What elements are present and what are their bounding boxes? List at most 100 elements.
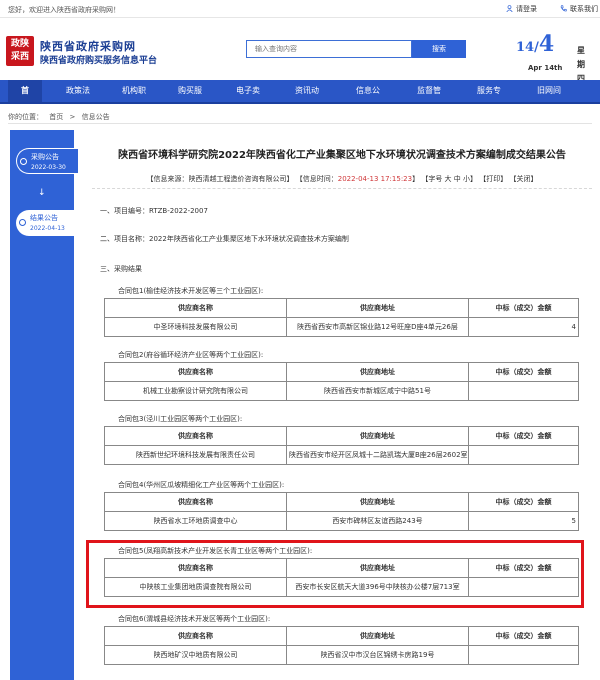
phone-icon xyxy=(560,5,567,12)
table-header-cell: 供应商名称 xyxy=(104,492,287,512)
table-header-cell: 供应商地址 xyxy=(286,426,469,446)
breadcrumb-prefix: 你的位置： xyxy=(8,113,43,121)
top-bar: 您好，欢迎进入陕西省政府采购网！ 请登录 联系我们 xyxy=(0,0,600,18)
project-name: 二、项目名称：2022年陕西省化工产业集聚区地下水环境状况调查技术方案编制 xyxy=(100,235,349,243)
date-month: 4 xyxy=(538,31,555,57)
table-cell-supplier: 中圣环境科技发展有限公司 xyxy=(104,317,287,337)
nav-item[interactable]: 信息公 xyxy=(346,80,390,102)
table-cell-address: 陕西省西安市新城区咸宁中路51号 xyxy=(286,381,469,401)
meta-source: 【信息来源：陕西清越工程造价咨询有限公司】 xyxy=(146,175,294,183)
table-header-row: 供应商名称 供应商地址 中标（成交）金额 xyxy=(104,426,579,446)
table-cell-supplier: 陕西省水工环地质调查中心 xyxy=(104,511,287,531)
table-header-cell: 供应商名称 xyxy=(104,362,287,382)
bullet-icon xyxy=(20,158,27,165)
bullet-icon xyxy=(19,219,26,226)
meta-time-label: 【信息时间： xyxy=(295,175,338,183)
table-header-cell: 供应商名称 xyxy=(104,626,287,646)
user-icon xyxy=(506,5,513,12)
contact-link[interactable]: 联系我们 xyxy=(560,4,598,14)
sidebar-item-label: 采购公告 xyxy=(31,153,59,161)
breadcrumb: 你的位置： 首页 > 信息公告 xyxy=(8,112,114,122)
table-cell-supplier: 陕西地矿汉中地质有限公司 xyxy=(104,645,287,665)
table-header-row: 供应商名称 供应商地址 中标（成交）金额 xyxy=(104,362,579,382)
result-table: 供应商名称 供应商地址 中标（成交）金额 陕西地矿汉中地质有限公司 陕西省汉中市汉台区锦… xyxy=(104,626,579,665)
table-cell-address: 陕西省西安市高新区锦业路12号旺座D座4单元26层 xyxy=(286,317,469,337)
date-english: Apr 14th xyxy=(528,64,563,72)
result-table: 供应商名称 供应商地址 中标（成交）金额 中圣环境科技发展有限公司 陕西省西安市高新区锦… xyxy=(104,298,579,337)
nav-item[interactable]: 首 xyxy=(8,80,42,102)
table-header-cell: 供应商名称 xyxy=(104,426,287,446)
table-header-cell: 中标（成交）金额 xyxy=(468,492,579,512)
table-header-cell: 供应商地址 xyxy=(286,362,469,382)
table-row: 机械工业勘察设计研究院有限公司 陕西省西安市新城区咸宁中路51号 xyxy=(104,381,579,401)
package-title: 合同包2(府谷循环经济产业区等两个工业园区): xyxy=(118,351,264,359)
nav-item[interactable]: 机构职 xyxy=(112,80,156,102)
breadcrumb-separator: > xyxy=(69,113,76,121)
search-input[interactable] xyxy=(247,41,407,57)
sidebar-item-date: 2022-03-30 xyxy=(31,164,66,171)
welcome-text: 您好，欢迎进入陕西省政府采购网！ xyxy=(8,6,120,14)
contact-label: 联系我们 xyxy=(570,5,598,13)
table-cell-amount: 5 xyxy=(468,511,579,531)
table-cell-address: 陕西省西安市经开区凤城十二路凯瑞大厦B座26层2602室 xyxy=(286,445,469,465)
nav-item[interactable]: 监督管 xyxy=(406,80,452,102)
result-table: 供应商名称 供应商地址 中标（成交）金额 陕西省水工环地质调查中心 西安市碑林区友谊西路… xyxy=(104,492,579,531)
nav-item[interactable]: 服务专 xyxy=(466,80,512,102)
result-table: 供应商名称 供应商地址 中标（成交）金额 陕西新世纪环境科技发展有限责任公司 陕西省西安… xyxy=(104,426,579,465)
divider xyxy=(92,188,592,189)
table-cell-amount: 4 xyxy=(468,317,579,337)
breadcrumb-home[interactable]: 首页 xyxy=(49,113,63,121)
package-title: 合同包3(泾川工业园区等两个工业园区): xyxy=(118,415,243,423)
sidebar-item-date: 2022-04-13 xyxy=(30,225,65,232)
search-box xyxy=(246,40,412,58)
sidebar-item-result-notice[interactable]: 结果公告 2022-04-13 xyxy=(16,210,78,236)
table-header-cell: 供应商名称 xyxy=(104,298,287,318)
site-title: 陕西省政府采购网 xyxy=(40,40,136,53)
sidebar-item-label: 结果公告 xyxy=(30,214,58,222)
nav-item[interactable]: 旧网间 xyxy=(526,80,572,102)
table-row: 中圣环境科技发展有限公司 陕西省西安市高新区锦业路12号旺座D座4单元26层 4 xyxy=(104,317,579,337)
nav-item[interactable]: 购买服 xyxy=(168,80,212,102)
site-logo[interactable]: 政陕 采西 xyxy=(6,36,34,66)
article-meta: 【信息来源：陕西清越工程造价咨询有限公司】 【信息时间：2022-04-13 1… xyxy=(146,175,538,183)
meta-time: 2022-04-13 17:15:23 xyxy=(337,175,413,183)
table-header-row: 供应商名称 供应商地址 中标（成交）金额 xyxy=(104,492,579,512)
package-title: 合同包1(榆佳经济技术开发区等三个工业园区): xyxy=(118,287,264,295)
sidebar-item-purchase-notice[interactable]: 采购公告 2022-03-30 xyxy=(16,148,78,174)
table-cell-amount xyxy=(468,381,579,401)
site-header: 政陕 采西 陕西省政府采购网 陕西省政府购买服务信息平台 搜索 14/4 Apr… xyxy=(0,18,600,83)
table-cell-address: 陕西省汉中市汉台区锦绣卡房路19号 xyxy=(286,645,469,665)
breadcrumb-current[interactable]: 信息公告 xyxy=(82,113,110,121)
table-header-cell: 中标（成交）金额 xyxy=(468,626,579,646)
sidebar: 采购公告 2022-03-30 ↓ 结果公告 2022-04-13 xyxy=(10,130,78,680)
divider xyxy=(8,123,592,124)
site-subtitle: 陕西省政府购买服务信息平台 xyxy=(40,56,158,66)
table-header-cell: 供应商地址 xyxy=(286,492,469,512)
print-button[interactable]: 【打印】 xyxy=(479,175,507,183)
nav-item[interactable]: 资讯动 xyxy=(284,80,330,102)
font-size-control[interactable]: 【字号 大 中 小】 xyxy=(421,175,477,183)
nav-item[interactable]: 政策法 xyxy=(56,80,100,102)
table-header-cell: 中标（成交）金额 xyxy=(468,298,579,318)
table-row: 陕西地矿汉中地质有限公司 陕西省汉中市汉台区锦绣卡房路19号 xyxy=(104,645,579,665)
search-button[interactable]: 搜索 xyxy=(412,40,466,58)
table-header-cell: 中标（成交）金额 xyxy=(468,362,579,382)
login-label: 请登录 xyxy=(516,5,537,13)
table-cell-amount xyxy=(468,445,579,465)
arrow-down-icon: ↓ xyxy=(38,188,46,198)
close-button[interactable]: 【关闭】 xyxy=(509,175,537,183)
project-number: 一、项目编号：RTZB-2022-2007 xyxy=(100,207,208,215)
nav-item[interactable]: 电子卖 xyxy=(226,80,270,102)
table-header-row: 供应商名称 供应商地址 中标（成交）金额 xyxy=(104,298,579,318)
login-link[interactable]: 请登录 xyxy=(506,4,537,14)
highlight-box xyxy=(86,540,584,608)
date-display: 14/4 xyxy=(516,31,555,57)
table-cell-address: 西安市碑林区友谊西路243号 xyxy=(286,511,469,531)
table-header-cell: 供应商地址 xyxy=(286,298,469,318)
section-heading: 三、采购结果 xyxy=(100,265,142,273)
date-day: 14 xyxy=(516,40,535,55)
package-title: 合同包6(渭城县经济技术开发区等两个工业园区): xyxy=(118,615,271,623)
table-row: 陕西新世纪环境科技发展有限责任公司 陕西省西安市经开区凤城十二路凯瑞大厦B座26层… xyxy=(104,445,579,465)
table-header-cell: 中标（成交）金额 xyxy=(468,426,579,446)
table-cell-supplier: 陕西新世纪环境科技发展有限责任公司 xyxy=(104,445,287,465)
